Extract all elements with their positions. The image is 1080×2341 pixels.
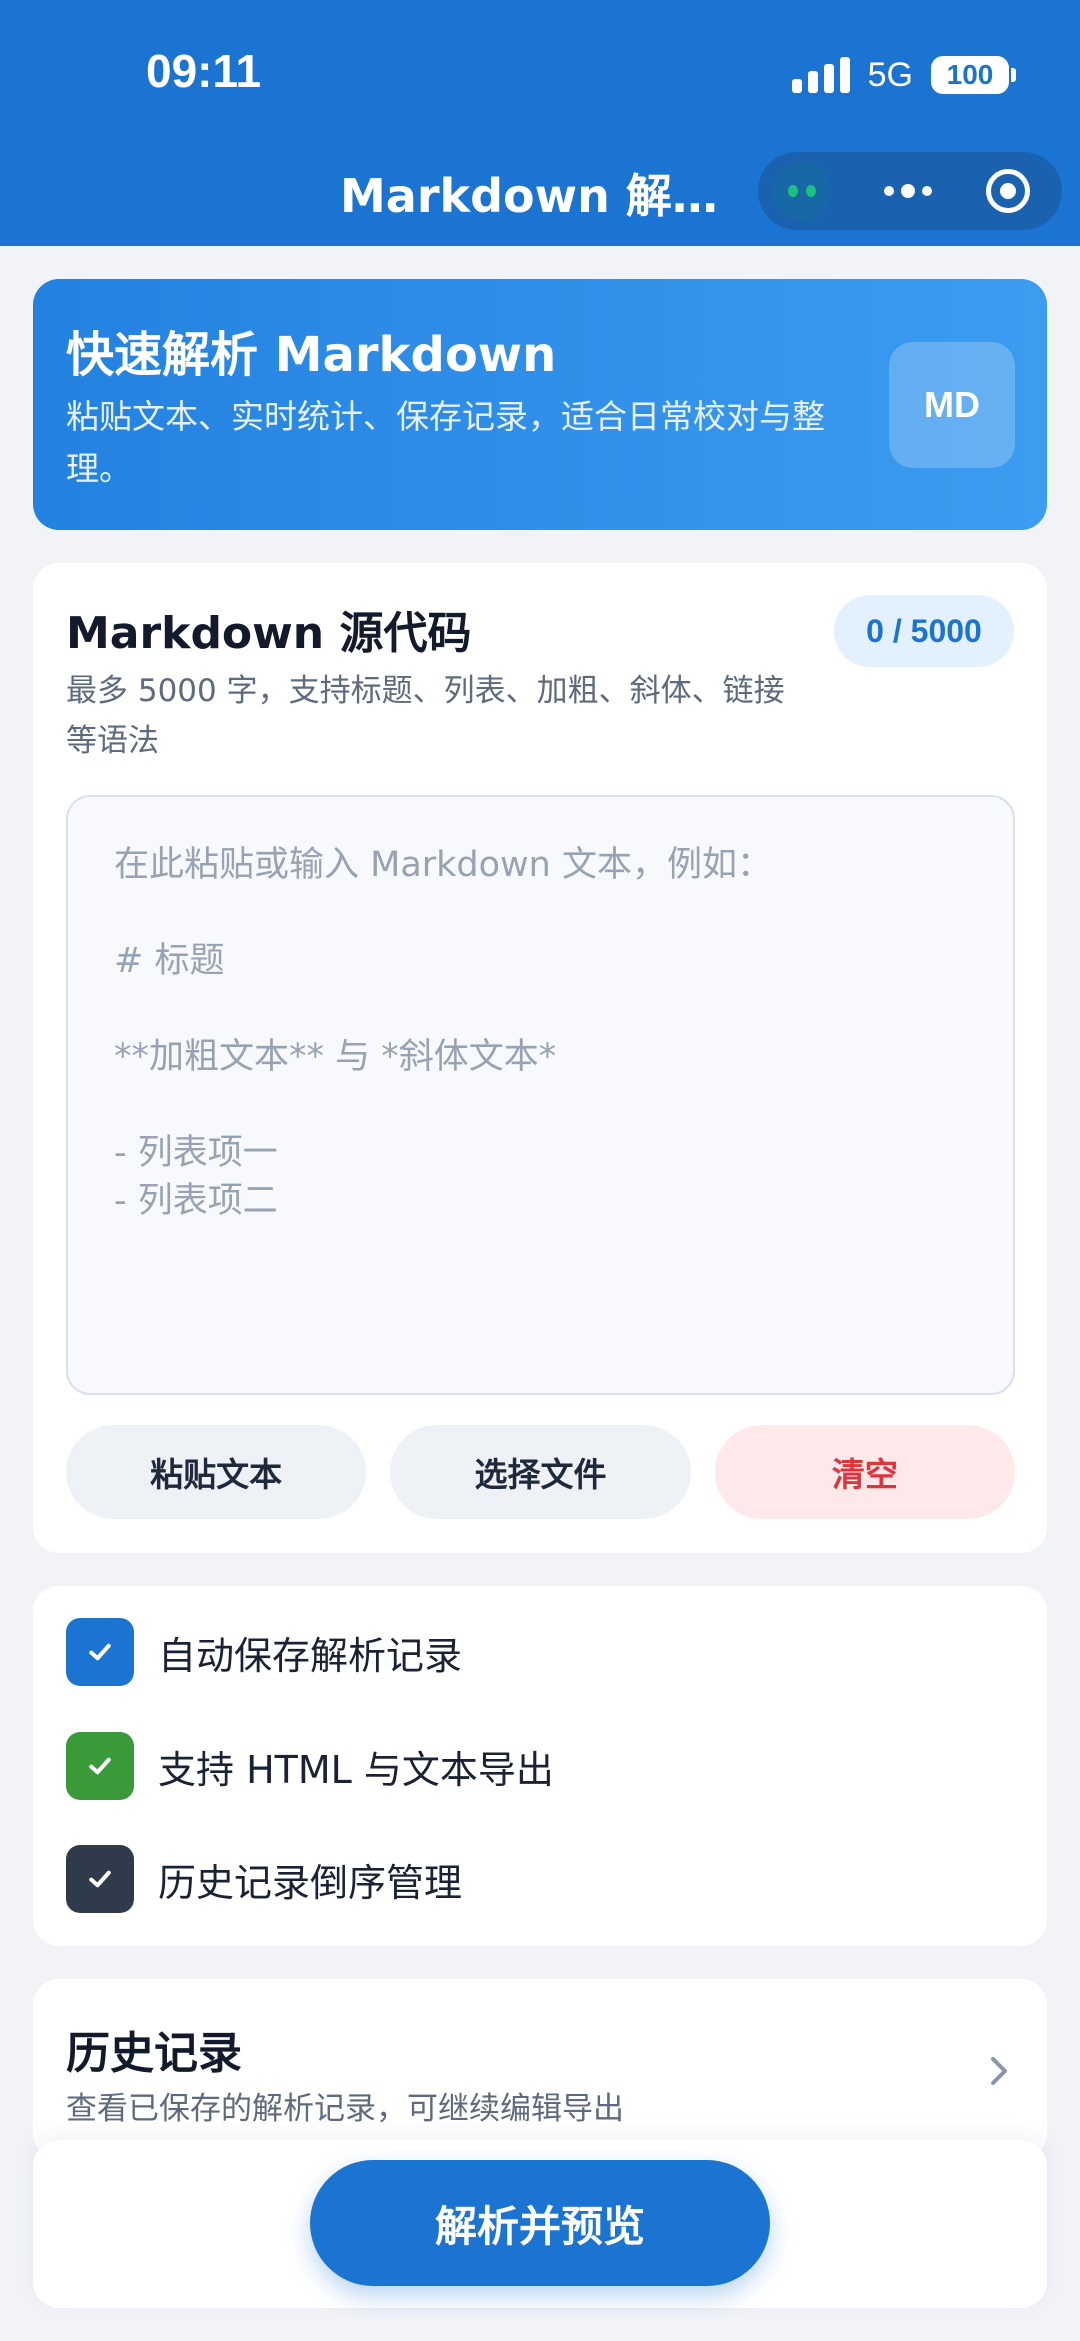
battery-icon: 100 bbox=[931, 56, 1016, 94]
close-target-icon[interactable] bbox=[986, 169, 1030, 213]
option-history-order[interactable]: 历史记录倒序管理 bbox=[66, 1845, 966, 1913]
options-card: 自动保存解析记录 支持 HTML 与文本导出 历史记录倒序管理 bbox=[33, 1586, 1047, 1946]
markdown-input[interactable] bbox=[66, 795, 1015, 1395]
editor-actions: 粘贴文本 选择文件 清空 bbox=[66, 1425, 1015, 1519]
mini-program-avatar-icon[interactable] bbox=[772, 161, 832, 221]
option-label: 支持 HTML 与文本导出 bbox=[158, 1747, 554, 1792]
char-count-badge: 0 / 5000 bbox=[834, 595, 1014, 667]
checkbox-checked-icon[interactable] bbox=[66, 1732, 134, 1800]
chevron-right-icon bbox=[991, 2057, 1007, 2085]
option-export[interactable]: 支持 HTML 与文本导出 bbox=[66, 1732, 966, 1800]
checkbox-checked-icon[interactable] bbox=[66, 1845, 134, 1913]
md-badge: MD bbox=[889, 342, 1015, 468]
status-indicators: 5G 100 bbox=[791, 52, 1016, 98]
bottom-action-bar: 解析并预览 bbox=[33, 2140, 1047, 2308]
hero-description: 粘贴文本、实时统计、保存记录，适合日常校对与整理。 bbox=[66, 397, 825, 488]
editor-title: Markdown 源代码 bbox=[66, 608, 472, 659]
status-bar: 09:11 5G 100 bbox=[0, 0, 1080, 140]
history-description: 查看已保存的解析记录，可继续编辑导出 bbox=[66, 2091, 624, 2127]
select-file-button[interactable]: 选择文件 bbox=[390, 1425, 691, 1519]
network-label: 5G bbox=[867, 55, 913, 94]
paste-text-button[interactable]: 粘贴文本 bbox=[66, 1425, 367, 1519]
clear-button[interactable]: 清空 bbox=[714, 1425, 1015, 1519]
status-time: 09:11 bbox=[146, 45, 262, 97]
option-auto-save[interactable]: 自动保存解析记录 bbox=[66, 1618, 966, 1686]
more-icon[interactable] bbox=[876, 174, 940, 208]
parse-preview-button[interactable]: 解析并预览 bbox=[310, 2160, 770, 2286]
history-entry[interactable]: 历史记录 查看已保存的解析记录，可继续编辑导出 bbox=[33, 1979, 1047, 2159]
page-title: Markdown 解析... bbox=[340, 169, 750, 223]
editor-card: Markdown 源代码 0 / 5000 最多 5000 字，支持标题、列表、… bbox=[33, 563, 1047, 1553]
battery-level: 100 bbox=[931, 56, 1009, 94]
app-header: 09:11 5G 100 Markdown 解析... bbox=[0, 0, 1080, 246]
hero-title: 快速解析 Markdown bbox=[66, 327, 557, 383]
history-title: 历史记录 bbox=[66, 2028, 242, 2079]
option-label: 历史记录倒序管理 bbox=[158, 1860, 463, 1905]
editor-description: 最多 5000 字，支持标题、列表、加粗、斜体、链接等语法 bbox=[66, 673, 785, 759]
option-label: 自动保存解析记录 bbox=[158, 1633, 463, 1678]
mini-program-capsule bbox=[758, 152, 1062, 230]
signal-icon bbox=[791, 57, 850, 93]
checkbox-checked-icon[interactable] bbox=[66, 1618, 134, 1686]
hero-banner: 快速解析 Markdown 粘贴文本、实时统计、保存记录，适合日常校对与整理。 … bbox=[33, 279, 1047, 530]
